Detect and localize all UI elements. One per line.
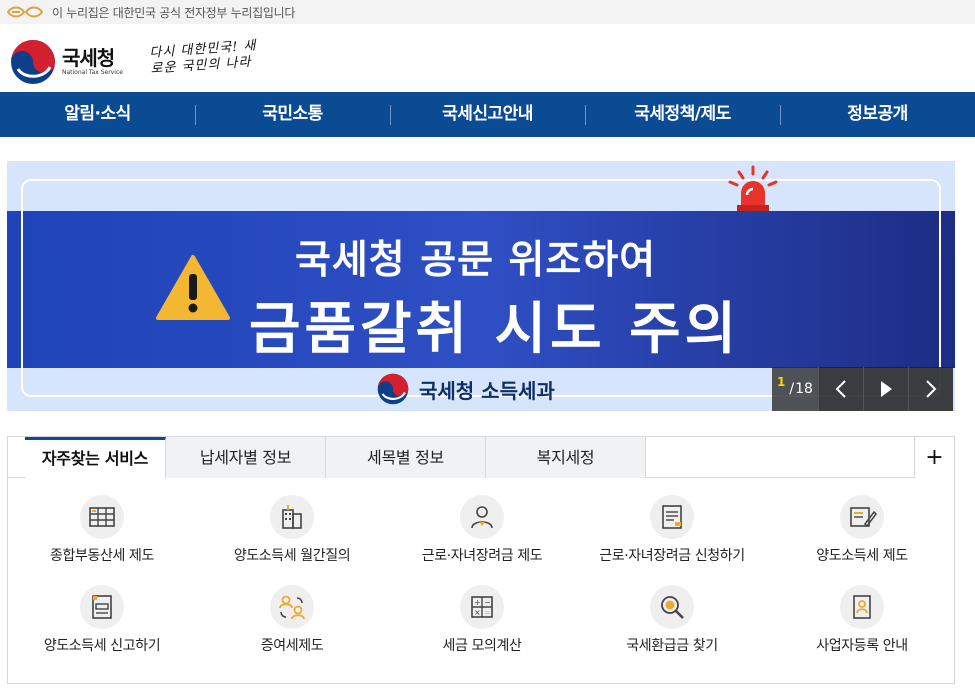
service-label: 세금 모의계산: [442, 638, 522, 654]
main-navigation: 알림·소식 국민소통 국세신고안내 국세정책/제도 정보공개: [0, 92, 975, 137]
slider-current: 1: [777, 375, 786, 389]
slider-total: 18: [795, 381, 813, 397]
service-item[interactable]: 근로·자녀장려금 신청하기: [582, 495, 762, 565]
gnb-item-tax-filing[interactable]: 국세신고안내: [390, 92, 585, 137]
tab-tax-item-info[interactable]: 세목별 정보: [326, 437, 486, 478]
person-icon: [471, 506, 493, 529]
banner-slider-controls: 1 / 18: [772, 367, 955, 411]
banner-headline-2: 금품갈취 시도 주의: [249, 297, 741, 362]
calculator-icon: + −× =: [471, 596, 493, 618]
nts-logo[interactable]: 국세청 National Tax Service: [10, 39, 123, 85]
document-pen-icon: [850, 507, 877, 528]
office-building-icon: [282, 505, 302, 529]
warning-icon: [156, 255, 230, 320]
people-exchange-icon: [279, 595, 305, 620]
service-label: 근로·자녀장려금 신청하기: [599, 548, 745, 564]
service-item[interactable]: 근로·자녀장려금 제도: [392, 495, 572, 565]
logo-name-ko: 국세청: [62, 46, 115, 70]
service-item[interactable]: 양도소득세 신고하기: [12, 585, 192, 655]
id-card-icon: [853, 595, 871, 619]
slider-next-button[interactable]: [908, 367, 953, 411]
svg-text:−: −: [484, 598, 491, 607]
service-item[interactable]: 국세환급금 찾기: [582, 585, 762, 655]
svg-text:+: +: [474, 598, 481, 607]
slogan: 다시 대한민국! 새로운 국민의 나라: [149, 38, 258, 77]
tab-welfare-tax[interactable]: 복지세정: [486, 437, 646, 478]
tab-frequent-services[interactable]: 자주찾는 서비스: [25, 437, 166, 479]
service-label: 사업자등록 안내: [816, 638, 908, 654]
banner-headline-1: 국세청 공문 위조하여: [295, 238, 657, 283]
gnb-item-news[interactable]: 알림·소식: [0, 92, 195, 137]
more-button[interactable]: +: [914, 437, 954, 478]
service-item[interactable]: 증여세제도: [202, 585, 382, 655]
slider-play-button[interactable]: [863, 367, 908, 411]
svg-text:×: ×: [474, 608, 481, 617]
magnifier-won-icon: [661, 596, 684, 619]
site-header: 국세청 National Tax Service 다시 대한민국! 새로운 국민…: [0, 24, 975, 92]
play-icon: [881, 381, 892, 397]
logo-name-en: National Tax Service: [62, 69, 123, 76]
gnb-item-communication[interactable]: 국민소통: [195, 92, 390, 137]
siren-icon: [728, 165, 778, 211]
tab-taxpayer-info[interactable]: 납세자별 정보: [166, 437, 326, 478]
service-label: 국세환급금 찾기: [626, 638, 718, 654]
form-icon: [92, 595, 112, 619]
slider-prev-button[interactable]: [818, 367, 863, 411]
chevron-right-icon: [926, 380, 937, 398]
service-label: 양도소득세 신고하기: [43, 638, 161, 654]
slider-separator: /: [789, 381, 795, 397]
service-label: 양도소득세 월간질의: [233, 548, 351, 564]
taegeuk-emblem-icon: [377, 373, 409, 405]
service-label: 양도소득세 제도: [816, 548, 908, 564]
slider-counter: 1 / 18: [772, 367, 818, 411]
egov-logo-icon: [6, 6, 44, 18]
chevron-left-icon: [835, 380, 846, 398]
banner-footer-text: 국세청 소득세과: [419, 378, 555, 403]
gov-notice-text: 이 누리집은 대한민국 공식 전자정부 누리집입니다: [52, 5, 296, 20]
taegeuk-emblem-icon: [11, 40, 55, 84]
service-label: 증여세제도: [260, 638, 324, 654]
service-label: 근로·자녀장려금 제도: [421, 548, 543, 564]
gnb-item-disclosure[interactable]: 정보공개: [780, 92, 975, 137]
service-label: 종합부동산세 제도: [50, 548, 154, 564]
service-tabs: 자주찾는 서비스 납세자별 정보 세목별 정보 복지세정 +: [8, 437, 954, 479]
building-rows-icon: [89, 507, 115, 527]
gov-notice-bar: 이 누리집은 대한민국 공식 전자정부 누리집입니다: [0, 0, 975, 24]
service-item[interactable]: + − × = 세금 모의계산: [392, 585, 572, 655]
service-item[interactable]: 사업자등록 안내: [772, 585, 952, 655]
gnb-item-tax-policy[interactable]: 국세정책/제도: [585, 92, 780, 137]
service-item[interactable]: 종합부동산세 제도: [12, 495, 192, 565]
document-icon: [662, 505, 682, 529]
svg-text:=: =: [484, 608, 491, 617]
service-panel: 자주찾는 서비스 납세자별 정보 세목별 정보 복지세정 + 종합부동산세 제도…: [7, 436, 955, 684]
service-item[interactable]: 양도소득세 월간질의: [202, 495, 382, 565]
service-item[interactable]: 양도소득세 제도: [772, 495, 952, 565]
